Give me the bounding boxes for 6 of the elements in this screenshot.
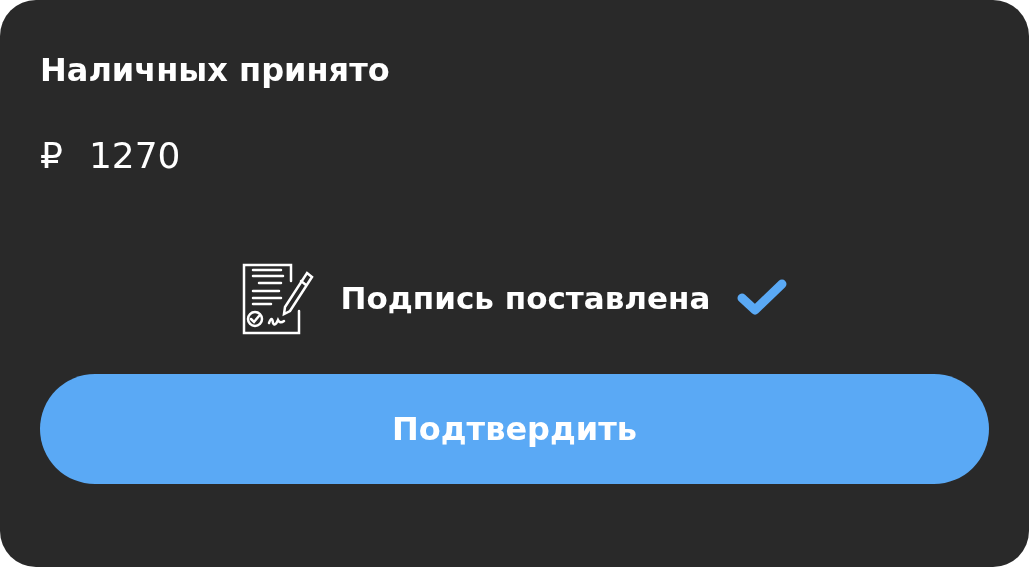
signed-document-icon xyxy=(240,261,315,335)
confirm-button[interactable]: Подтвердить xyxy=(40,374,989,484)
amount-value: 1270 xyxy=(88,134,181,178)
currency-symbol: ₽ xyxy=(40,134,63,178)
dialog-title: Наличных принято xyxy=(40,50,391,90)
signature-status: Подпись поставлена xyxy=(340,280,711,316)
